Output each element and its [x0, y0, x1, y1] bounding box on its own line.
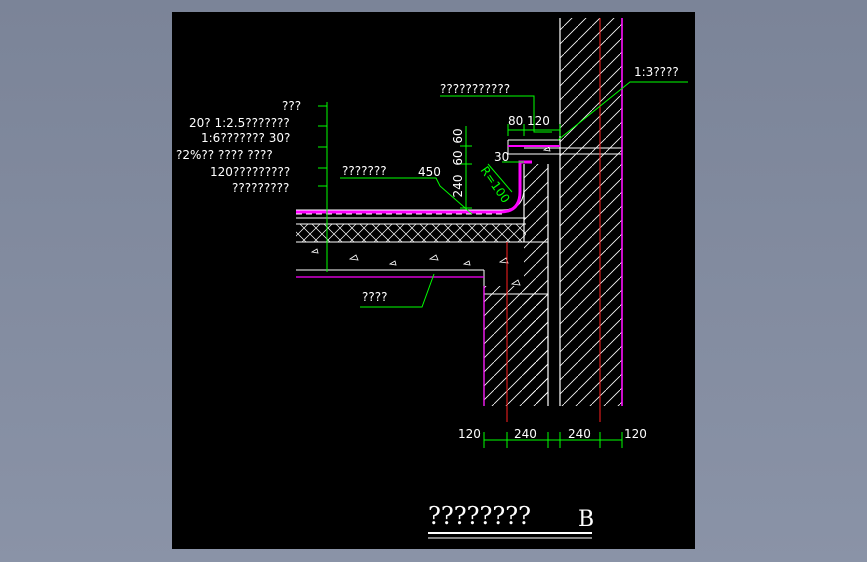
- layer-label-6: ?????????: [232, 181, 289, 195]
- dim-bottom-120-left: 120: [458, 427, 481, 441]
- dim-450: 450: [418, 165, 441, 179]
- bottom-note: ????: [362, 290, 387, 304]
- main-wall-hatch: [560, 18, 622, 406]
- layer-label-4: ?2%?? ???? ????: [176, 148, 273, 162]
- dim-bottom-240-left: 240: [514, 427, 537, 441]
- title-block: ???????? B: [428, 502, 594, 539]
- dim-60-upper: 60: [451, 128, 465, 143]
- dim-240: 240: [451, 175, 465, 198]
- drawing-sheet: ??? 20? 1:2.5??????? 1:6??????? 30? ?2%?…: [172, 12, 695, 549]
- lower-wall-hatch: [484, 286, 548, 406]
- drawing-title: ????????: [428, 502, 531, 530]
- dim-bottom-240-right: 240: [568, 427, 591, 441]
- layer-label-1: ???: [282, 99, 301, 113]
- dim-30: 30: [494, 150, 509, 164]
- dim-80: 80: [508, 114, 523, 128]
- viewport: ??? 20? 1:2.5??????? 1:6??????? 30? ?2%?…: [0, 0, 867, 562]
- layer-label-5: 120?????????: [210, 165, 290, 179]
- layer-label-2: 20? 1:2.5???????: [189, 116, 290, 130]
- top-note: ???????????: [440, 82, 510, 96]
- dim-120-top: 120: [527, 114, 550, 128]
- dim-bottom-120-right: 120: [624, 427, 647, 441]
- drawing-title-letter: B: [578, 507, 594, 532]
- mid-note: ???????: [342, 164, 387, 178]
- cad-detail-drawing-icon: ??? 20? 1:2.5??????? 1:6??????? 30? ?2%?…: [176, 18, 688, 539]
- dim-radius: R=100: [478, 164, 513, 206]
- dim-60-lower: 60: [451, 150, 465, 165]
- insulation-layer: [296, 224, 526, 242]
- right-note: 1:3????: [634, 65, 679, 79]
- layer-label-3: 1:6??????? 30?: [201, 131, 290, 145]
